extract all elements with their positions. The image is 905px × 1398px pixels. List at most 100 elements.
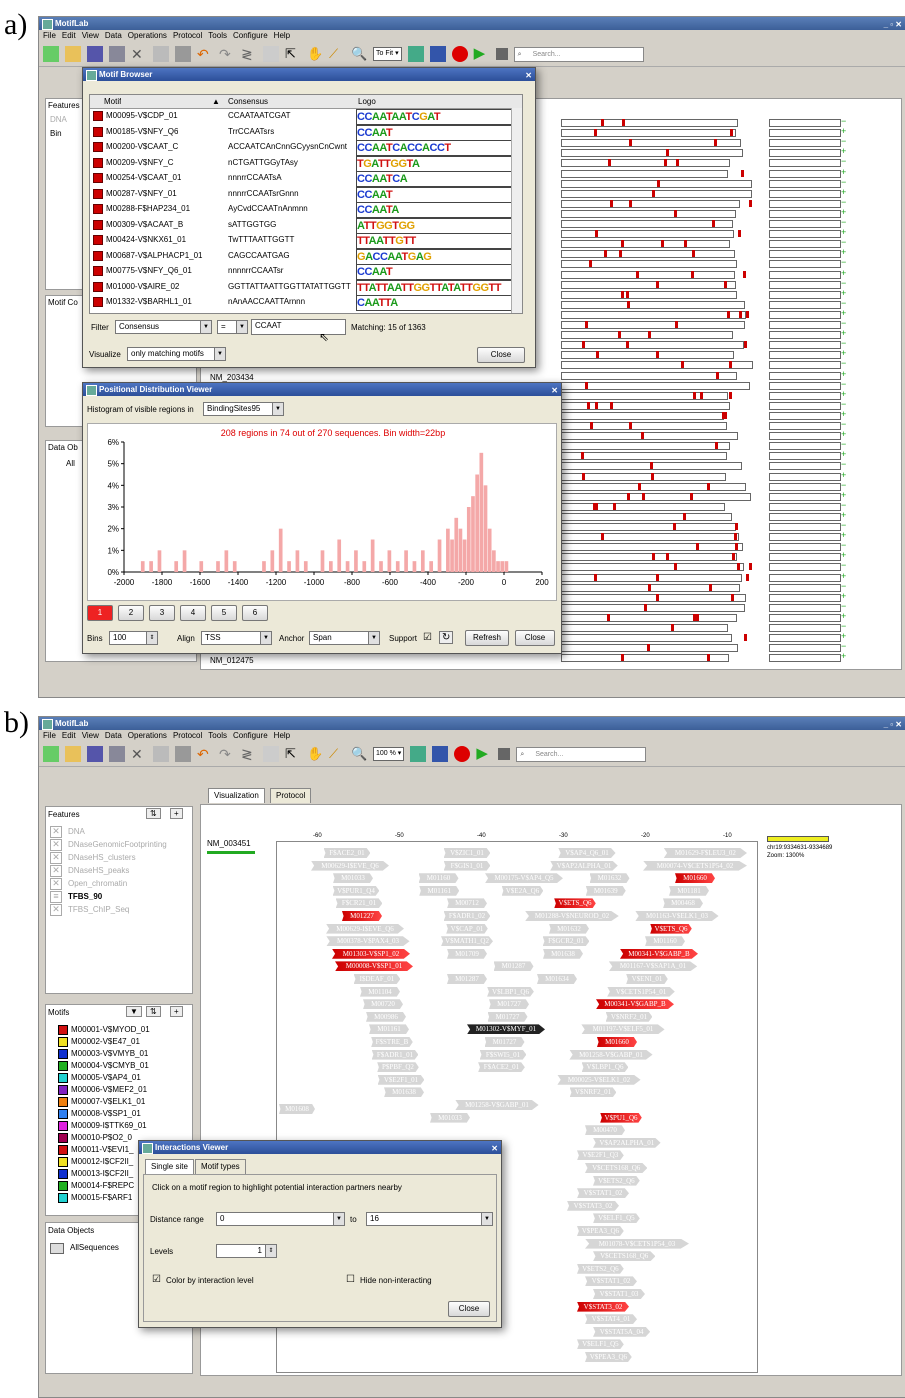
sequence-track[interactable]	[561, 553, 737, 562]
filter-value-input[interactable]: CCAAT	[251, 319, 346, 335]
motif-region[interactable]: M01104	[360, 986, 400, 997]
binding-site-mark[interactable]	[649, 462, 653, 470]
motif-region[interactable]: M01287	[493, 961, 534, 972]
binding-site-mark[interactable]	[713, 139, 717, 147]
sort-button[interactable]: ⇅	[146, 808, 161, 819]
motif-region[interactable]: F$ACE2_01	[323, 848, 371, 858]
sequence-track[interactable]	[769, 472, 841, 481]
binding-site-mark[interactable]	[748, 199, 752, 207]
binding-site-mark[interactable]	[582, 472, 586, 480]
sequence-track[interactable]	[769, 270, 841, 279]
page-button[interactable]: 5	[211, 605, 237, 621]
binding-site-mark[interactable]	[656, 593, 660, 601]
binding-site-mark[interactable]	[738, 310, 742, 318]
binding-site-mark[interactable]	[683, 512, 687, 520]
sequence-track[interactable]	[561, 654, 729, 663]
motif-region[interactable]: V$E2A_Q6	[501, 885, 544, 896]
sequence-track[interactable]	[561, 321, 746, 329]
motif-region[interactable]: M00720	[363, 999, 403, 1010]
binding-site-mark[interactable]	[594, 129, 598, 137]
binding-site-mark[interactable]	[673, 209, 677, 217]
motif-region[interactable]: F$GIS1_01	[443, 860, 491, 871]
tab-motif-types[interactable]: Motif types	[195, 1159, 246, 1174]
menu-item[interactable]: File	[43, 731, 56, 740]
sequence-track[interactable]	[769, 361, 841, 370]
motif-color-swatch[interactable]	[58, 1169, 68, 1179]
binding-site-mark[interactable]	[621, 290, 625, 298]
sequence-track[interactable]	[769, 563, 841, 572]
align-select[interactable]: TSS ▼	[201, 631, 272, 645]
motif-region[interactable]: V$CETS168_Q6	[585, 1163, 648, 1173]
binding-site-mark[interactable]	[744, 634, 748, 642]
sequence-track[interactable]	[561, 300, 746, 309]
binding-site-mark[interactable]	[587, 401, 591, 409]
binding-site-mark[interactable]	[663, 159, 667, 167]
motif-region[interactable]: M00712	[447, 898, 487, 909]
sequence-track[interactable]	[561, 341, 744, 350]
motif-region[interactable]: M01608	[279, 1104, 315, 1114]
motif-color-swatch[interactable]	[58, 1025, 68, 1035]
motif-region[interactable]: V$LBP1_Q6	[581, 1062, 629, 1073]
motif-region[interactable]: M00378-V$PAX4_03	[326, 936, 410, 947]
motif-color-swatch[interactable]	[93, 204, 103, 214]
distance-from-select[interactable]: 0 ▼	[216, 1212, 345, 1226]
menu-item[interactable]: Data	[105, 31, 122, 40]
data-object-item[interactable]: All	[66, 459, 75, 468]
close-icon[interactable]: ✕	[525, 69, 532, 82]
motif-list-item[interactable]: M00015-F$ARF1	[58, 1193, 132, 1203]
copy-icon[interactable]	[153, 746, 169, 762]
motif-id[interactable]: M00185-V$NFY_Q6	[106, 125, 178, 138]
paste-icon[interactable]	[175, 746, 191, 762]
motif-color-swatch[interactable]	[58, 1061, 68, 1071]
record-icon[interactable]	[454, 746, 471, 762]
motif-region[interactable]: V$AP2ALPHA_01	[593, 1137, 661, 1148]
binding-site-mark[interactable]	[676, 159, 680, 167]
feature-item[interactable]: DNaseGenomicFootprinting	[68, 840, 167, 849]
sequence-track[interactable]	[561, 189, 752, 198]
filter-field-select[interactable]: Consensus ▼	[115, 320, 212, 334]
feature-item[interactable]: TFBS_90	[68, 892, 102, 901]
motif-list-item[interactable]: M00010-P$O2_0	[58, 1133, 132, 1143]
binding-site-mark[interactable]	[728, 391, 732, 399]
motif-region[interactable]: V$STAT3_02	[567, 1200, 619, 1211]
sequence-track[interactable]	[769, 250, 841, 259]
page-button[interactable]: 3	[149, 605, 175, 621]
motif-region[interactable]: M00341-V$GABP_B	[596, 999, 674, 1010]
sequence-track[interactable]	[561, 149, 743, 158]
sequence-track[interactable]	[769, 189, 841, 198]
motif-color-swatch[interactable]	[58, 1157, 68, 1167]
sequence-track[interactable]	[769, 371, 841, 380]
motif-id[interactable]: M00287-V$NFY_01	[106, 187, 177, 200]
motif-id[interactable]: M01000-V$AIRE_02	[106, 280, 179, 293]
motif-region[interactable]: F$ACE2_01	[478, 1062, 525, 1073]
motif-color-swatch[interactable]	[93, 157, 103, 168]
motif-id[interactable]: M00200-V$CAAT_C	[106, 140, 178, 153]
hand-icon[interactable]: ✋	[307, 746, 323, 762]
motif-region[interactable]: V$NRF2_01	[605, 1011, 653, 1022]
motif-region[interactable]: F$STRE_B	[371, 1037, 413, 1047]
motif-color-swatch[interactable]	[58, 1049, 68, 1059]
sequence-track[interactable]	[561, 351, 734, 360]
close-button[interactable]: Close	[515, 630, 555, 646]
menu-item[interactable]: Data	[105, 731, 122, 740]
binding-site-mark[interactable]	[581, 452, 585, 460]
binding-site-mark[interactable]	[693, 391, 697, 399]
sequence-track[interactable]	[769, 331, 841, 340]
add-motif-button[interactable]: +	[170, 1006, 183, 1017]
motif-region[interactable]: M00025-V$ELK1_02	[557, 1074, 641, 1085]
binding-site-mark[interactable]	[585, 321, 589, 328]
column-header[interactable]: Motif	[104, 95, 121, 108]
binding-site-mark[interactable]	[628, 199, 632, 207]
sequence-track[interactable]	[769, 139, 841, 148]
motif-region[interactable]: M01163-V$ELK1_03	[635, 911, 719, 921]
motif-region[interactable]: M00629-I$EVE_Q6	[326, 923, 404, 934]
motif-color-swatch[interactable]	[58, 1097, 68, 1107]
motif-id[interactable]: M01332-V$BARHL1_01	[106, 295, 192, 308]
binding-site-mark[interactable]	[735, 543, 739, 551]
motif-list-item[interactable]: M00012-I$CF2II_	[58, 1157, 133, 1167]
binding-site-mark[interactable]	[609, 199, 613, 207]
binding-site-mark[interactable]	[735, 523, 739, 530]
binding-site-mark[interactable]	[647, 583, 651, 591]
motif-region[interactable]: M00468	[663, 898, 703, 909]
sequence-track[interactable]	[561, 512, 733, 521]
